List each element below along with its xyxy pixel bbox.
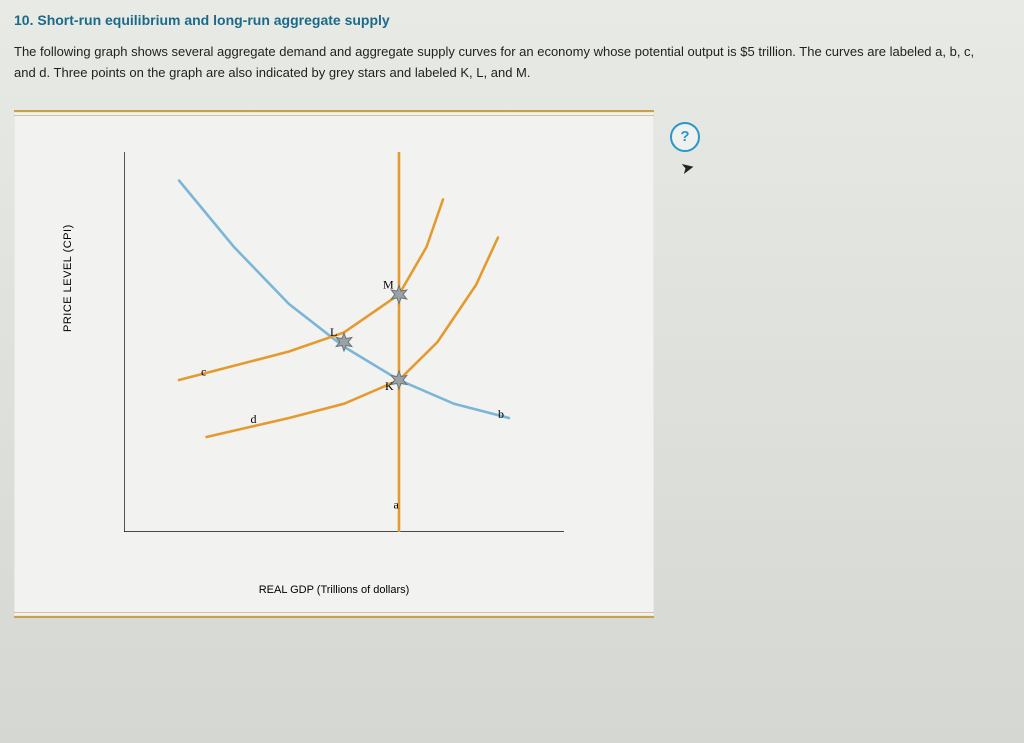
question-intro: The following graph shows several aggreg… <box>14 42 994 84</box>
curve-label-d: d <box>251 411 257 425</box>
x-axis-label: REAL GDP (Trillions of dollars) <box>54 584 614 596</box>
point-label-M: M <box>383 277 394 291</box>
y-axis-label: PRICE LEVEL (CPI) <box>62 224 74 332</box>
curve-b[interactable] <box>179 180 509 418</box>
chart-axes: 2030405060708090100012345678 abcdKLM <box>124 152 564 532</box>
curve-label-c: c <box>201 364 206 378</box>
point-label-L: L <box>330 325 337 339</box>
chart: PRICE LEVEL (CPI) 2030405060708090100012… <box>54 132 614 592</box>
cursor-icon: ➤ <box>679 156 696 178</box>
page: 10. Short-run equilibrium and long-run a… <box>0 0 1024 743</box>
question-heading: 10. Short-run equilibrium and long-run a… <box>14 12 1010 28</box>
point-label-K: K <box>385 379 394 393</box>
help-button[interactable]: ? <box>670 122 700 152</box>
chart-card: ? ➤ PRICE LEVEL (CPI) 203040506070809010… <box>14 110 654 618</box>
curve-label-b: b <box>498 407 504 421</box>
curve-label-a: a <box>394 497 400 511</box>
